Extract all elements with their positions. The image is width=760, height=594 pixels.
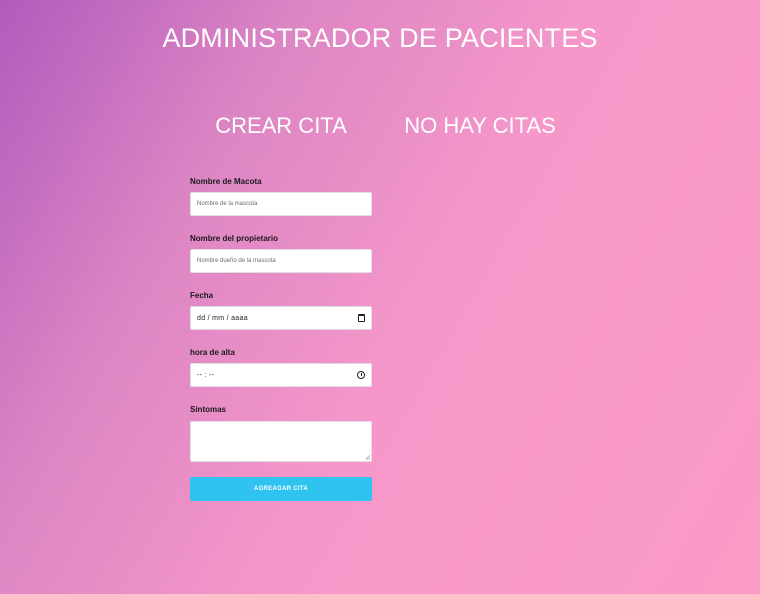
calendar-icon[interactable] — [358, 314, 365, 322]
add-appointment-button[interactable]: AGREAGAR CITA — [190, 477, 372, 501]
create-appointment-title: CREAR CITA — [215, 113, 347, 138]
clock-icon[interactable] — [357, 371, 365, 379]
symptoms-label: Sintomas — [190, 405, 227, 414]
page-title: ADMINISTRADOR DE PACIENTES — [162, 23, 598, 53]
owner-name-input[interactable]: Nombre dueño de la mascota — [190, 249, 372, 273]
time-input[interactable]: -- : -- — [190, 363, 372, 387]
pet-name-input[interactable]: Nombre de la mascota — [190, 192, 372, 216]
symptoms-textarea[interactable] — [190, 421, 372, 462]
owner-name-label: Nombre del propietario — [190, 234, 279, 243]
date-input[interactable]: dd / mm / aaaa — [190, 306, 372, 330]
no-appointments-title: NO HAY CITAS — [404, 113, 556, 138]
date-value: dd / mm / aaaa — [197, 314, 248, 322]
pet-name-label: Nombre de Macota — [190, 177, 262, 186]
pet-name-placeholder: Nombre de la mascota — [197, 201, 258, 207]
time-value: -- : -- — [197, 371, 215, 379]
date-label: Fecha — [190, 291, 214, 300]
resize-handle-icon[interactable] — [365, 455, 370, 460]
time-label: hora de alta — [190, 348, 235, 357]
appointment-form: Nombre de Macota Nombre de la mascota No… — [190, 176, 372, 501]
owner-name-placeholder: Nombre dueño de la mascota — [197, 258, 276, 264]
